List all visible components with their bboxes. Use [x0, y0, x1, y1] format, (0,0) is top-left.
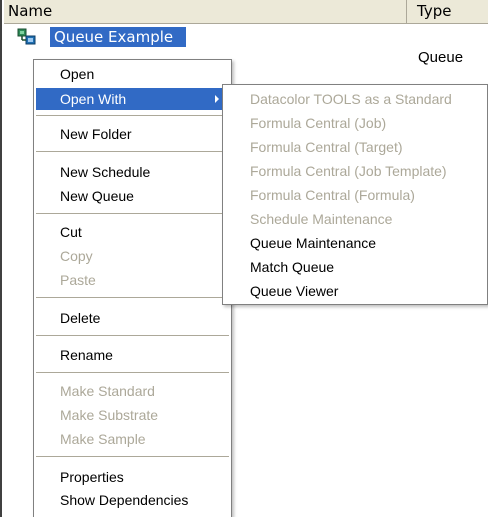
submenu-item-formula-central-job[interactable]: Formula Central (Job) [225, 112, 485, 134]
queue-icon[interactable] [17, 28, 37, 46]
submenu-arrow-icon [215, 95, 219, 103]
menu-item-make-substrate[interactable]: Make Substrate [36, 404, 229, 426]
menu-item-paste[interactable]: Paste [36, 269, 229, 291]
submenu-item-formula-central-target[interactable]: Formula Central (Target) [225, 136, 485, 158]
menu-separator [36, 335, 229, 336]
menu-separator [36, 372, 229, 373]
selected-row-name[interactable]: Queue Example [50, 27, 186, 47]
menu-item-make-sample[interactable]: Make Sample [36, 428, 229, 450]
list-header: Name Type [4, 0, 488, 24]
menu-separator [36, 456, 229, 457]
menu-item-cut[interactable]: Cut [36, 221, 229, 243]
submenu-item-formula-central-job-template[interactable]: Formula Central (Job Template) [225, 160, 485, 182]
context-menu: Open Open With New Folder New Schedule N… [33, 59, 232, 517]
menu-separator [36, 151, 229, 152]
menu-item-delete[interactable]: Delete [36, 307, 229, 329]
column-header-name[interactable]: Name [4, 0, 407, 23]
row-type-cell: Queue [418, 49, 464, 66]
menu-item-open[interactable]: Open [36, 63, 229, 85]
menu-item-copy[interactable]: Copy [36, 245, 229, 267]
open-with-submenu: Datacolor TOOLS as a Standard Formula Ce… [222, 84, 488, 305]
menu-item-new-schedule[interactable]: New Schedule [36, 161, 229, 183]
menu-item-open-with[interactable]: Open With [36, 88, 229, 110]
submenu-item-queue-maintenance[interactable]: Queue Maintenance [225, 232, 485, 254]
submenu-item-queue-viewer[interactable]: Queue Viewer [225, 280, 485, 302]
menu-separator [36, 115, 229, 116]
submenu-item-datacolor-tools[interactable]: Datacolor TOOLS as a Standard [225, 88, 485, 110]
menu-item-show-dependencies[interactable]: Show Dependencies [36, 489, 229, 511]
menu-item-new-queue[interactable]: New Queue [36, 185, 229, 207]
menu-item-rename[interactable]: Rename [36, 344, 229, 366]
submenu-item-match-queue[interactable]: Match Queue [225, 256, 485, 278]
menu-item-new-folder[interactable]: New Folder [36, 123, 229, 145]
menu-separator [36, 213, 229, 214]
submenu-item-schedule-maintenance[interactable]: Schedule Maintenance [225, 208, 485, 230]
column-header-type[interactable]: Type [409, 0, 488, 23]
menu-item-make-standard[interactable]: Make Standard [36, 380, 229, 402]
menu-item-open-with-label: Open With [60, 91, 127, 107]
menu-item-properties[interactable]: Properties [36, 466, 229, 488]
menu-separator [36, 297, 229, 298]
submenu-item-formula-central-formula[interactable]: Formula Central (Formula) [225, 184, 485, 206]
